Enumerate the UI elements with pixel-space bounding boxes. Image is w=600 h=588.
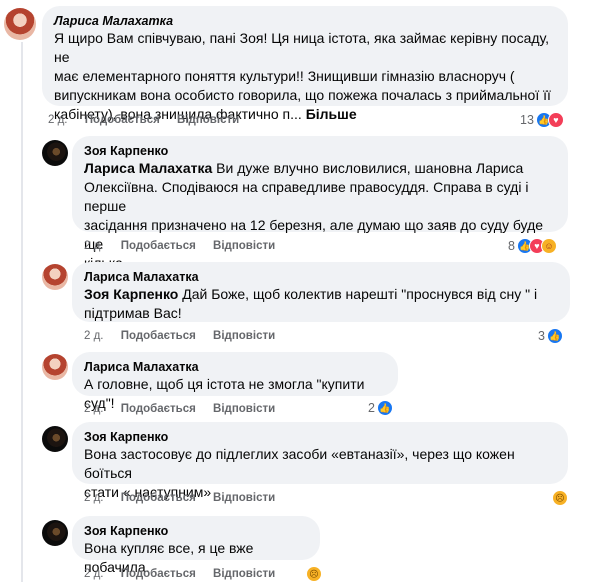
reaction-count: 3: [538, 329, 545, 343]
reaction-summary[interactable]: 13 👍 ♥: [520, 112, 564, 128]
reply-button[interactable]: Відповісти: [213, 403, 275, 415]
like-button[interactable]: Подобається: [85, 114, 160, 126]
timestamp[interactable]: 2 д.: [84, 492, 104, 504]
comment-bubble: Лариса Малахатка Зоя Карпенко Дай Боже, …: [72, 262, 570, 322]
reaction-summary[interactable]: 3 👍: [538, 328, 563, 344]
avatar[interactable]: [4, 8, 36, 40]
comment-text-line: Олексіївна. Сподіваюся на справедливе пр…: [84, 179, 529, 214]
reaction-summary[interactable]: 8 👍 ♥ ☺: [508, 238, 557, 254]
like-button[interactable]: Подобається: [121, 403, 196, 415]
comment-meta: 2 д. Подобається Відповісти: [48, 114, 253, 126]
comment-meta: 2 д. Подобається Відповісти: [84, 568, 289, 580]
reaction-summary[interactable]: ☹: [304, 566, 322, 582]
timestamp[interactable]: 2 д.: [84, 330, 104, 342]
sad-icon: ☹: [552, 490, 568, 506]
timestamp[interactable]: 2 д.: [48, 114, 68, 126]
reaction-count: 8: [508, 239, 515, 253]
reply-button[interactable]: Відповісти: [213, 240, 275, 252]
comment-text-line: випускникам вона особисто говорила, що п…: [54, 87, 551, 103]
comment-meta: 2 д. Подобається Відповісти: [84, 492, 289, 504]
comment-author[interactable]: Зоя Карпенко: [84, 143, 556, 159]
comment-meta: 2 д. Подобається Відповісти: [84, 330, 289, 342]
sad-icon: ☹: [306, 566, 322, 582]
timestamp[interactable]: 2 д.: [84, 568, 104, 580]
comment-author[interactable]: Лариса Малахатка: [84, 359, 386, 375]
avatar[interactable]: [42, 264, 68, 290]
comment-author[interactable]: Зоя Карпенко: [84, 429, 556, 445]
avatar[interactable]: [42, 140, 68, 166]
love-icon: ♥: [547, 112, 564, 128]
comment-bubble: Зоя Карпенко Вона застосовує до підлегли…: [72, 422, 568, 500]
reply-button[interactable]: Відповісти: [213, 568, 275, 580]
avatar[interactable]: [42, 354, 68, 380]
comment-text-line: Лариса Малахатка Ви дуже влучно висловил…: [84, 160, 524, 176]
comment-text-line: підтримав Вас!: [84, 305, 182, 321]
comment-text-line: Зоя Карпенко Дай Боже, щоб колектив наре…: [84, 286, 538, 302]
avatar[interactable]: [42, 426, 68, 452]
reaction-count: 13: [520, 113, 534, 127]
comment-author[interactable]: Зоя Карпенко: [84, 523, 308, 539]
comment-text-line: Вона застосовує до підлеглих засоби «евт…: [84, 446, 515, 481]
mention-link[interactable]: Лариса Малахатка: [84, 160, 212, 176]
comment-bubble: Лариса Малахатка Я щиро Вам співчуваю, п…: [42, 6, 568, 122]
comment-text-line: має елементарного поняття культури!! Зни…: [54, 68, 515, 84]
like-button[interactable]: Подобається: [121, 330, 196, 342]
comment-bubble: Лариса Малахатка А головне, щоб ця істот…: [72, 352, 398, 411]
comment-meta: 2 д. Подобається Відповісти: [84, 240, 289, 252]
reaction-summary[interactable]: ☹: [550, 490, 568, 506]
thread-line: [21, 42, 23, 582]
like-icon: 👍: [546, 328, 563, 344]
mention-link[interactable]: Зоя Карпенко: [84, 286, 178, 302]
comment-author[interactable]: Лариса Малахатка: [84, 269, 558, 285]
reply-button[interactable]: Відповісти: [177, 114, 239, 126]
see-more-link[interactable]: Більше: [306, 106, 357, 122]
timestamp[interactable]: 2 д.: [84, 403, 104, 415]
avatar[interactable]: [42, 520, 68, 546]
comment-text-line: Я щиро Вам співчуваю, пані Зоя! Ця ница …: [54, 30, 550, 65]
like-button[interactable]: Подобається: [121, 240, 196, 252]
reaction-summary[interactable]: 2 👍: [368, 400, 393, 416]
timestamp[interactable]: 2 д.: [84, 240, 104, 252]
care-icon: ☺: [540, 238, 557, 254]
reply-button[interactable]: Відповісти: [213, 492, 275, 504]
like-icon: 👍: [376, 400, 393, 416]
comment-bubble: Зоя Карпенко Лариса Малахатка Ви дуже вл…: [72, 136, 568, 271]
reply-button[interactable]: Відповісти: [213, 330, 275, 342]
comment-author[interactable]: Лариса Малахатка: [54, 13, 556, 29]
comment-meta: 2 д. Подобається Відповісти: [84, 403, 289, 415]
like-button[interactable]: Подобається: [121, 568, 196, 580]
like-button[interactable]: Подобається: [121, 492, 196, 504]
reaction-count: 2: [368, 401, 375, 415]
comment-bubble: Зоя Карпенко Вона купляє все, я це вже п…: [72, 516, 320, 575]
